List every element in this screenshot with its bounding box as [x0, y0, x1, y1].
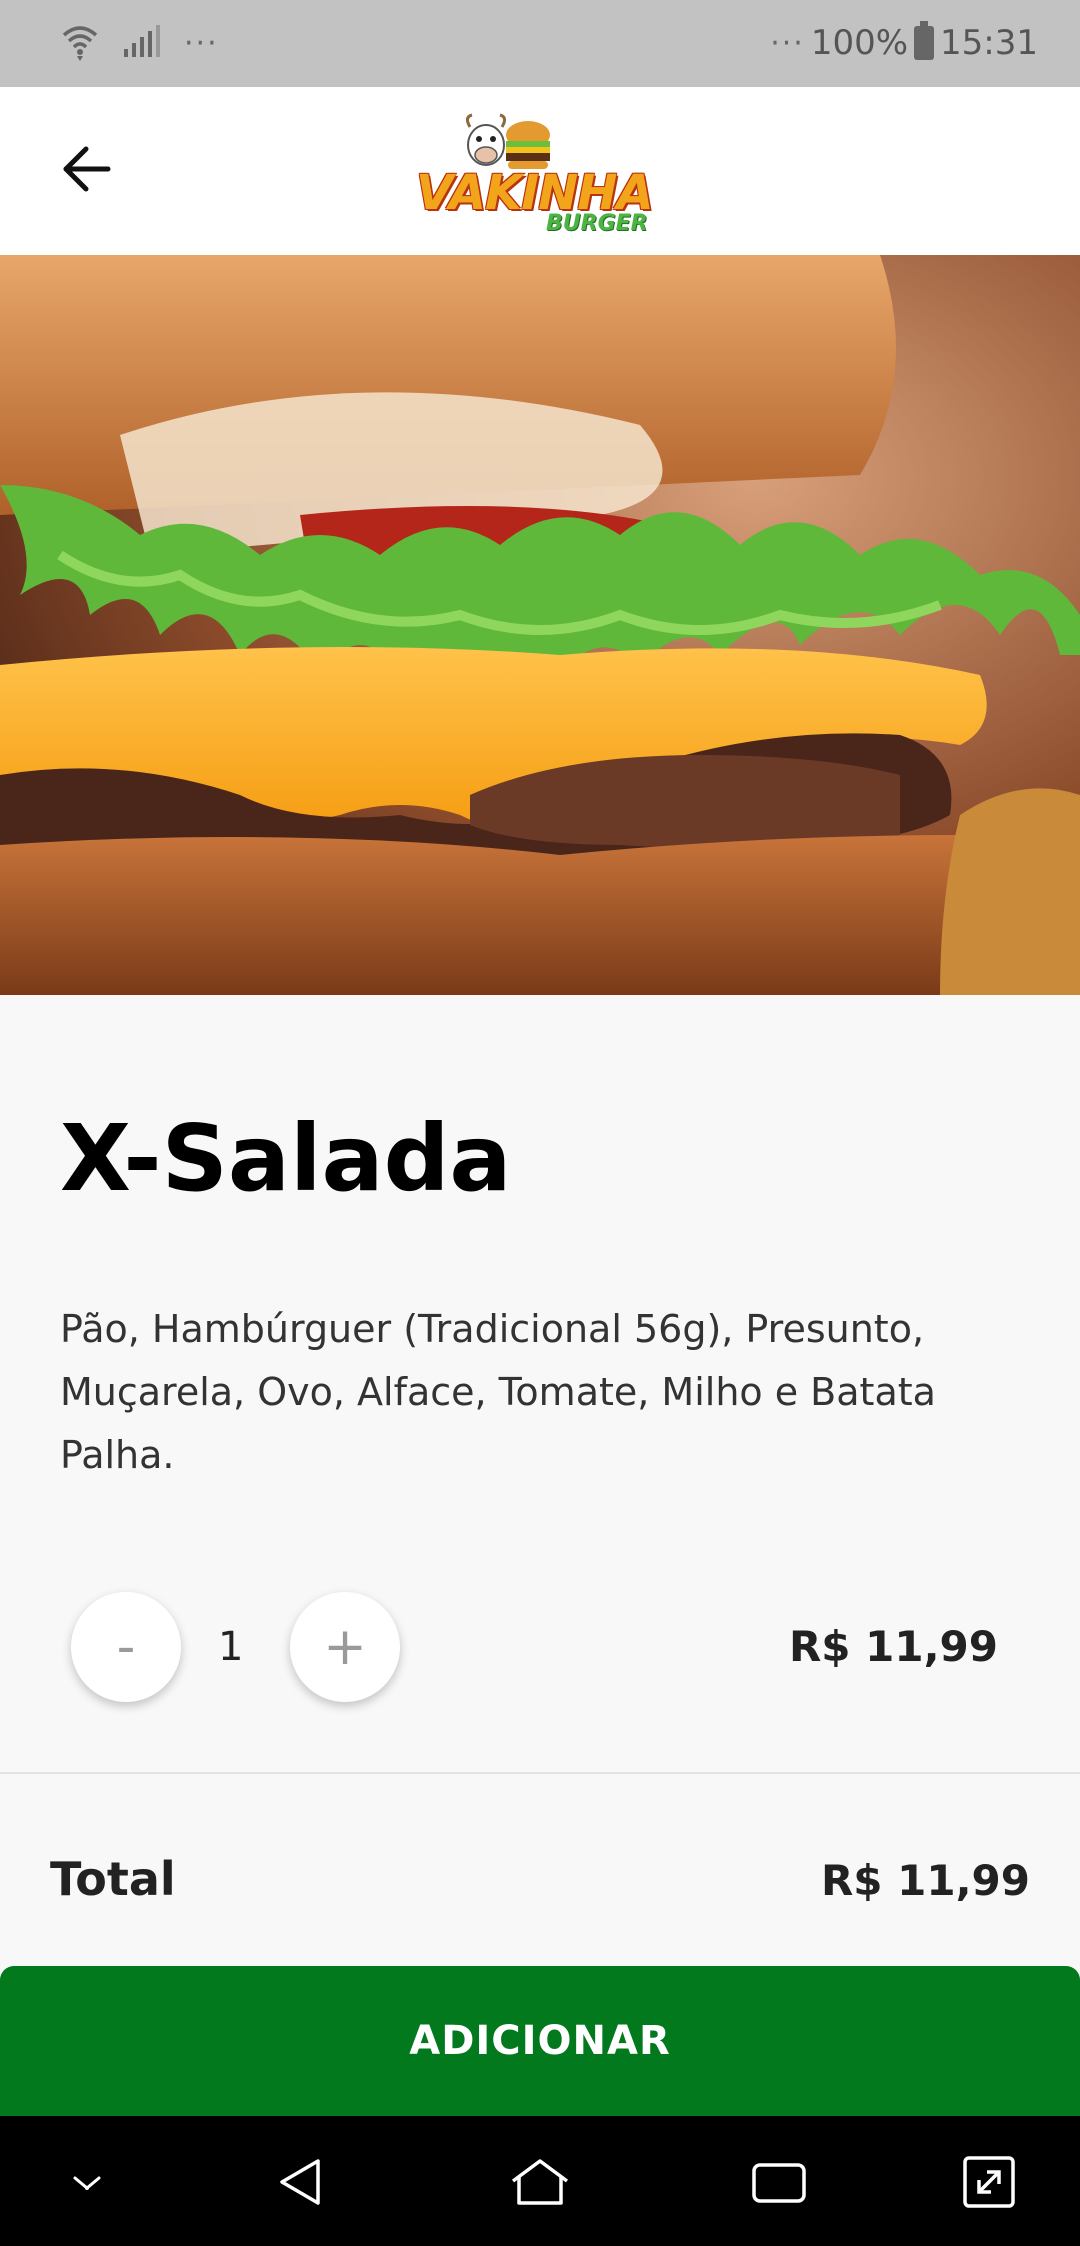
- clock: 15:31: [940, 23, 1038, 63]
- divider: [0, 1772, 1080, 1774]
- battery-icon: [914, 21, 935, 60]
- wifi-icon: [60, 21, 100, 65]
- arrow-left-icon: [58, 141, 114, 201]
- logo-text-sub: BURGER: [546, 211, 648, 236]
- triangle-back-icon[interactable]: [268, 2151, 334, 2213]
- status-bar-left: ···: [60, 18, 219, 68]
- system-nav-bar: [0, 2116, 1080, 2246]
- back-button[interactable]: [48, 133, 124, 209]
- product-image: [0, 255, 1080, 995]
- signal-icon: [122, 23, 162, 63]
- decrease-quantity-button[interactable]: -: [71, 1592, 181, 1702]
- quantity-value: 1: [218, 1624, 244, 1670]
- expand-icon[interactable]: [956, 2151, 1022, 2213]
- status-bar: ··· ··· 100% 15:31: [0, 0, 1080, 87]
- quantity-row: - 1 + R$ 11,99: [0, 1590, 1080, 1706]
- recent-apps-icon[interactable]: [746, 2151, 812, 2213]
- status-bar-right: ··· 100% 15:31: [770, 18, 1038, 68]
- increase-quantity-button[interactable]: +: [290, 1592, 400, 1702]
- battery-percent: 100%: [810, 23, 909, 63]
- status-overflow-right: ···: [770, 25, 805, 61]
- chevron-down-icon[interactable]: [54, 2151, 120, 2213]
- brand-logo: VAKINHA BURGER: [416, 107, 662, 237]
- add-to-cart-button[interactable]: ADICIONAR: [0, 1966, 1080, 2116]
- product-title: X-Salada: [60, 1105, 512, 1212]
- home-icon[interactable]: [507, 2151, 573, 2213]
- status-overflow-left: ···: [184, 25, 219, 61]
- total-label: Total: [50, 1852, 176, 1906]
- total-value: R$ 11,99: [820, 1856, 1030, 1905]
- product-description: Pão, Hambúrguer (Tradicional 56g), Presu…: [60, 1307, 936, 1477]
- app-bar: VAKINHA BURGER: [0, 87, 1080, 255]
- unit-price: R$ 11,99: [788, 1622, 998, 1671]
